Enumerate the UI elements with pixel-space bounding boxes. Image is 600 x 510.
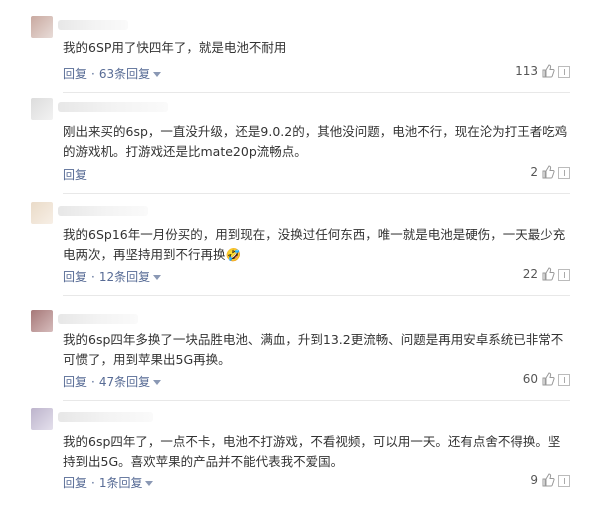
username-blurred[interactable] bbox=[58, 20, 128, 30]
separator-dot: · bbox=[91, 66, 95, 81]
like-button[interactable]: 9 bbox=[530, 473, 555, 487]
comment-actions: 回复 bbox=[63, 166, 87, 183]
username-blurred[interactable] bbox=[58, 412, 153, 422]
comment-actions: 回复 · 12条回复 bbox=[63, 268, 162, 285]
like-count: 9 bbox=[530, 473, 538, 487]
replies-count: 47条回复 bbox=[98, 375, 151, 389]
thumbs-up-icon bbox=[542, 165, 555, 179]
avatar[interactable] bbox=[31, 98, 53, 120]
comment-actions: 回复 · 47条回复 bbox=[63, 373, 162, 390]
comment-text: 我的6sp四年了，一点不卡，电池不打游戏，不看视频，可以用一天。还有点舍不得换。… bbox=[63, 434, 561, 469]
like-count: 2 bbox=[530, 165, 538, 179]
reply-button[interactable]: 回复 bbox=[63, 166, 87, 183]
like-count: 22 bbox=[522, 267, 538, 281]
divider bbox=[63, 92, 570, 93]
report-icon[interactable] bbox=[558, 269, 570, 281]
thumbs-up-icon bbox=[542, 267, 555, 281]
reply-button[interactable]: 回复 bbox=[63, 373, 87, 390]
like-button[interactable]: 22 bbox=[523, 267, 555, 281]
comment-text: 我的6SP用了快四年了，就是电池不耐用 bbox=[63, 40, 287, 55]
thumbs-up-icon bbox=[542, 372, 555, 386]
avatar[interactable] bbox=[31, 16, 53, 38]
avatar[interactable] bbox=[31, 202, 53, 224]
username-blurred[interactable] bbox=[58, 206, 148, 216]
caret-down-icon bbox=[145, 480, 154, 486]
view-replies-button[interactable]: 12条回复 bbox=[98, 268, 162, 285]
report-icon[interactable] bbox=[558, 374, 570, 386]
view-replies-button[interactable]: 47条回复 bbox=[98, 373, 162, 390]
comment-actions: 回复 · 1条回复 bbox=[63, 474, 154, 491]
like-button[interactable]: 113 bbox=[515, 64, 555, 78]
divider bbox=[63, 193, 570, 194]
comment-text: 刚出来买的6sp，一直没升级，还是9.0.2的，其他没问题，电池不行，现在沦为打… bbox=[63, 124, 568, 159]
separator-dot: · bbox=[91, 475, 95, 490]
like-button[interactable]: 2 bbox=[530, 165, 555, 179]
username-blurred[interactable] bbox=[58, 314, 138, 324]
separator-dot: · bbox=[91, 374, 95, 389]
like-button[interactable]: 60 bbox=[523, 372, 555, 386]
like-count: 60 bbox=[522, 372, 538, 386]
caret-down-icon bbox=[153, 71, 162, 77]
comment-text: 我的6Sp16年一月份买的，用到现在，没换过任何东西，唯一就是电池是硬伤，一天最… bbox=[63, 227, 566, 262]
reply-button[interactable]: 回复 bbox=[63, 65, 87, 82]
divider bbox=[63, 295, 570, 296]
username-blurred[interactable] bbox=[58, 102, 168, 112]
comment-actions: 回复 · 63条回复 bbox=[63, 65, 162, 82]
comment-text: 我的6sp四年多换了一块品胜电池、满血，升到13.2更流畅、问题是再用安卓系统已… bbox=[63, 332, 564, 367]
separator-dot: · bbox=[91, 269, 95, 284]
avatar[interactable] bbox=[31, 310, 53, 332]
caret-down-icon bbox=[153, 274, 162, 280]
reply-button[interactable]: 回复 bbox=[63, 268, 87, 285]
like-count: 113 bbox=[515, 64, 538, 78]
thumbs-up-icon bbox=[542, 64, 555, 78]
replies-count: 63条回复 bbox=[98, 67, 151, 81]
report-icon[interactable] bbox=[558, 167, 570, 179]
thumbs-up-icon bbox=[542, 473, 555, 487]
view-replies-button[interactable]: 1条回复 bbox=[99, 474, 154, 491]
caret-down-icon bbox=[153, 379, 162, 385]
avatar[interactable] bbox=[31, 408, 53, 430]
reply-button[interactable]: 回复 bbox=[63, 474, 87, 491]
replies-count: 12条回复 bbox=[98, 270, 151, 284]
divider bbox=[63, 400, 570, 401]
report-icon[interactable] bbox=[558, 475, 570, 487]
view-replies-button[interactable]: 63条回复 bbox=[98, 65, 162, 82]
replies-count: 1条回复 bbox=[98, 476, 143, 490]
report-icon[interactable] bbox=[558, 66, 570, 78]
